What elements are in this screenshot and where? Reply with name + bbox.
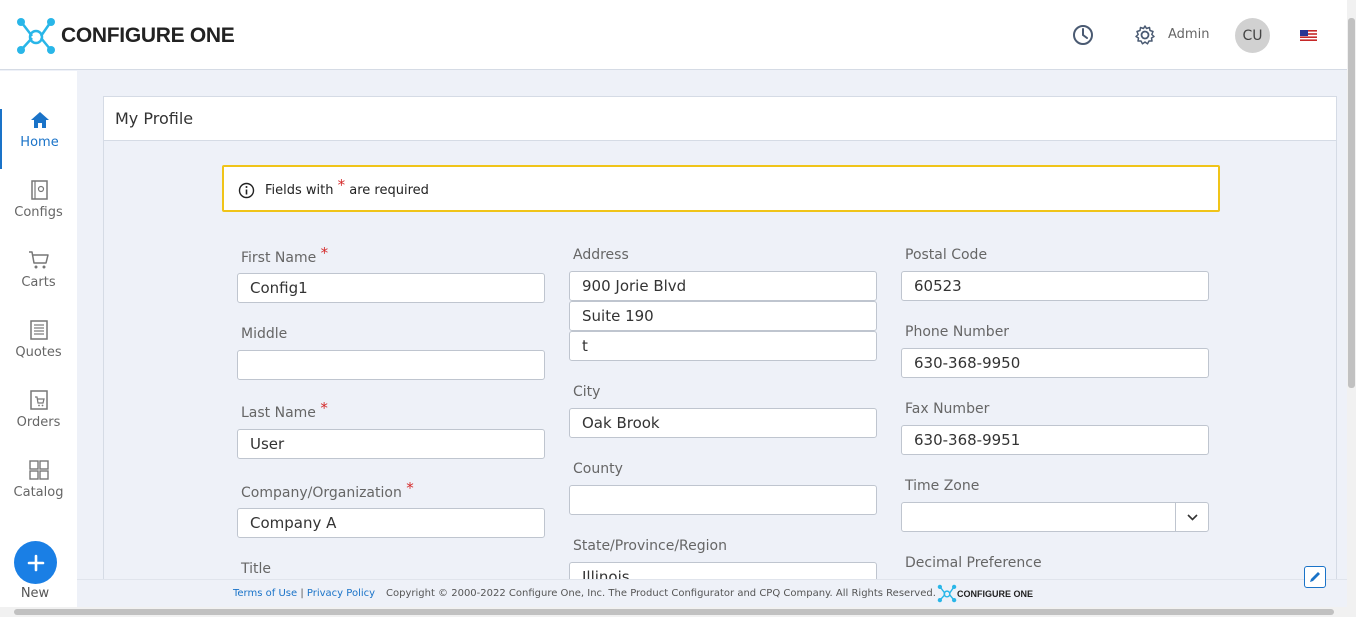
- notice-text: Fields with * are required: [265, 176, 429, 198]
- top-header: CONFIGURE ONE Admin CU: [0, 0, 1347, 70]
- middle-name-input[interactable]: [237, 350, 545, 380]
- fax-label: Fax Number: [905, 401, 990, 417]
- logo-icon: [17, 18, 55, 54]
- postal-code-input[interactable]: [901, 271, 1209, 301]
- city-input[interactable]: [569, 408, 877, 438]
- footer-logo: CONFIGURE ONE: [937, 584, 1033, 603]
- address-line3-input[interactable]: [569, 331, 877, 361]
- address-line2-input[interactable]: [569, 301, 877, 331]
- vertical-scroll-thumb[interactable]: [1348, 18, 1355, 388]
- sidebar-item-label: Home: [20, 135, 59, 150]
- info-icon: [238, 182, 255, 199]
- company-label: Company/Organization *: [241, 479, 414, 501]
- sidebar-item-label: Quotes: [15, 345, 62, 360]
- configure-one-logo[interactable]: CONFIGURE ONE: [15, 16, 235, 56]
- company-input[interactable]: [237, 508, 545, 538]
- notice-text-before: Fields with: [265, 183, 334, 198]
- state-label: State/Province/Region: [573, 538, 727, 554]
- sidebar-item-catalog[interactable]: Catalog: [0, 459, 77, 519]
- quotes-icon: [29, 320, 48, 340]
- avatar[interactable]: CU: [1235, 18, 1270, 53]
- city-label: City: [573, 384, 601, 400]
- footer-logo-icon: [937, 584, 957, 603]
- address-line1-input[interactable]: [569, 271, 877, 301]
- sidebar-item-label: Catalog: [13, 485, 64, 500]
- new-button-label: New: [20, 586, 50, 601]
- copyright-text: Copyright © 2000-2022 Configure One, Inc…: [386, 588, 936, 599]
- footer-brand: CONFIGURE ONE: [957, 588, 1034, 599]
- page-title: My Profile: [104, 97, 1336, 141]
- sidebar-item-quotes[interactable]: Quotes: [0, 319, 77, 379]
- footer-separator: |: [300, 588, 304, 599]
- phone-input[interactable]: [901, 348, 1209, 378]
- notice-text-after: are required: [349, 183, 429, 198]
- phone-label: Phone Number: [905, 324, 1010, 340]
- pencil-icon: [1310, 572, 1320, 582]
- catalog-icon: [28, 460, 49, 480]
- last-name-label: Last Name *: [241, 399, 328, 421]
- decimal-pref-label: Decimal Preference: [905, 555, 1042, 571]
- orders-icon: [29, 390, 48, 410]
- us-flag-icon[interactable]: [1300, 30, 1317, 41]
- county-label: County: [573, 461, 623, 477]
- admin-link[interactable]: Admin: [1168, 27, 1209, 42]
- middle-label: Middle: [241, 326, 288, 342]
- required-star: *: [337, 176, 346, 194]
- company-label-text: Company/Organization: [241, 485, 402, 501]
- last-name-input[interactable]: [237, 429, 545, 459]
- postal-code-label: Postal Code: [905, 247, 988, 263]
- terms-link[interactable]: Terms of Use: [233, 588, 297, 599]
- required-star: *: [406, 479, 414, 497]
- county-input[interactable]: [569, 485, 877, 515]
- history-icon[interactable]: [1072, 24, 1094, 50]
- sidebar-item-orders[interactable]: Orders: [0, 389, 77, 449]
- required-notice: Fields with * are required: [222, 165, 1220, 212]
- footer-links: Terms of Use | Privacy Policy: [233, 588, 375, 599]
- configs-icon: [30, 180, 48, 200]
- sidebar-item-label: Carts: [21, 275, 56, 290]
- time-zone-select[interactable]: [901, 502, 1209, 532]
- required-star: *: [320, 399, 328, 417]
- address-label: Address: [573, 247, 629, 263]
- footer: Terms of Use | Privacy Policy Copyright …: [77, 579, 1347, 607]
- profile-panel: My Profile Fields with * are required Fi…: [103, 96, 1337, 592]
- title-label: Title: [241, 561, 272, 577]
- cart-icon: [28, 251, 49, 269]
- sidebar: Home Configs Carts Quotes Orders Catalog…: [0, 71, 77, 617]
- brand-name: CONFIGURE ONE: [61, 24, 235, 47]
- first-name-label: First Name *: [241, 244, 328, 266]
- first-name-label-text: First Name: [241, 250, 317, 266]
- edit-button[interactable]: [1304, 566, 1326, 588]
- vertical-scrollbar[interactable]: [1347, 0, 1356, 617]
- chevron-down-icon[interactable]: [1175, 503, 1208, 531]
- sidebar-item-carts[interactable]: Carts: [0, 249, 77, 309]
- gear-icon[interactable]: [1134, 24, 1156, 50]
- first-name-input[interactable]: [237, 273, 545, 303]
- new-button[interactable]: [14, 541, 57, 584]
- sidebar-item-label: Configs: [14, 205, 63, 220]
- privacy-link[interactable]: Privacy Policy: [307, 588, 375, 599]
- sidebar-item-label: Orders: [16, 415, 61, 430]
- horizontal-scroll-thumb[interactable]: [14, 609, 1334, 615]
- sidebar-item-home[interactable]: Home: [0, 109, 77, 169]
- fax-input[interactable]: [901, 425, 1209, 455]
- home-icon: [30, 112, 49, 128]
- time-zone-label: Time Zone: [905, 478, 980, 494]
- sidebar-item-configs[interactable]: Configs: [0, 179, 77, 239]
- last-name-label-text: Last Name: [241, 405, 316, 421]
- horizontal-scrollbar[interactable]: [0, 607, 1347, 617]
- required-star: *: [320, 244, 329, 262]
- plus-icon: [27, 554, 44, 571]
